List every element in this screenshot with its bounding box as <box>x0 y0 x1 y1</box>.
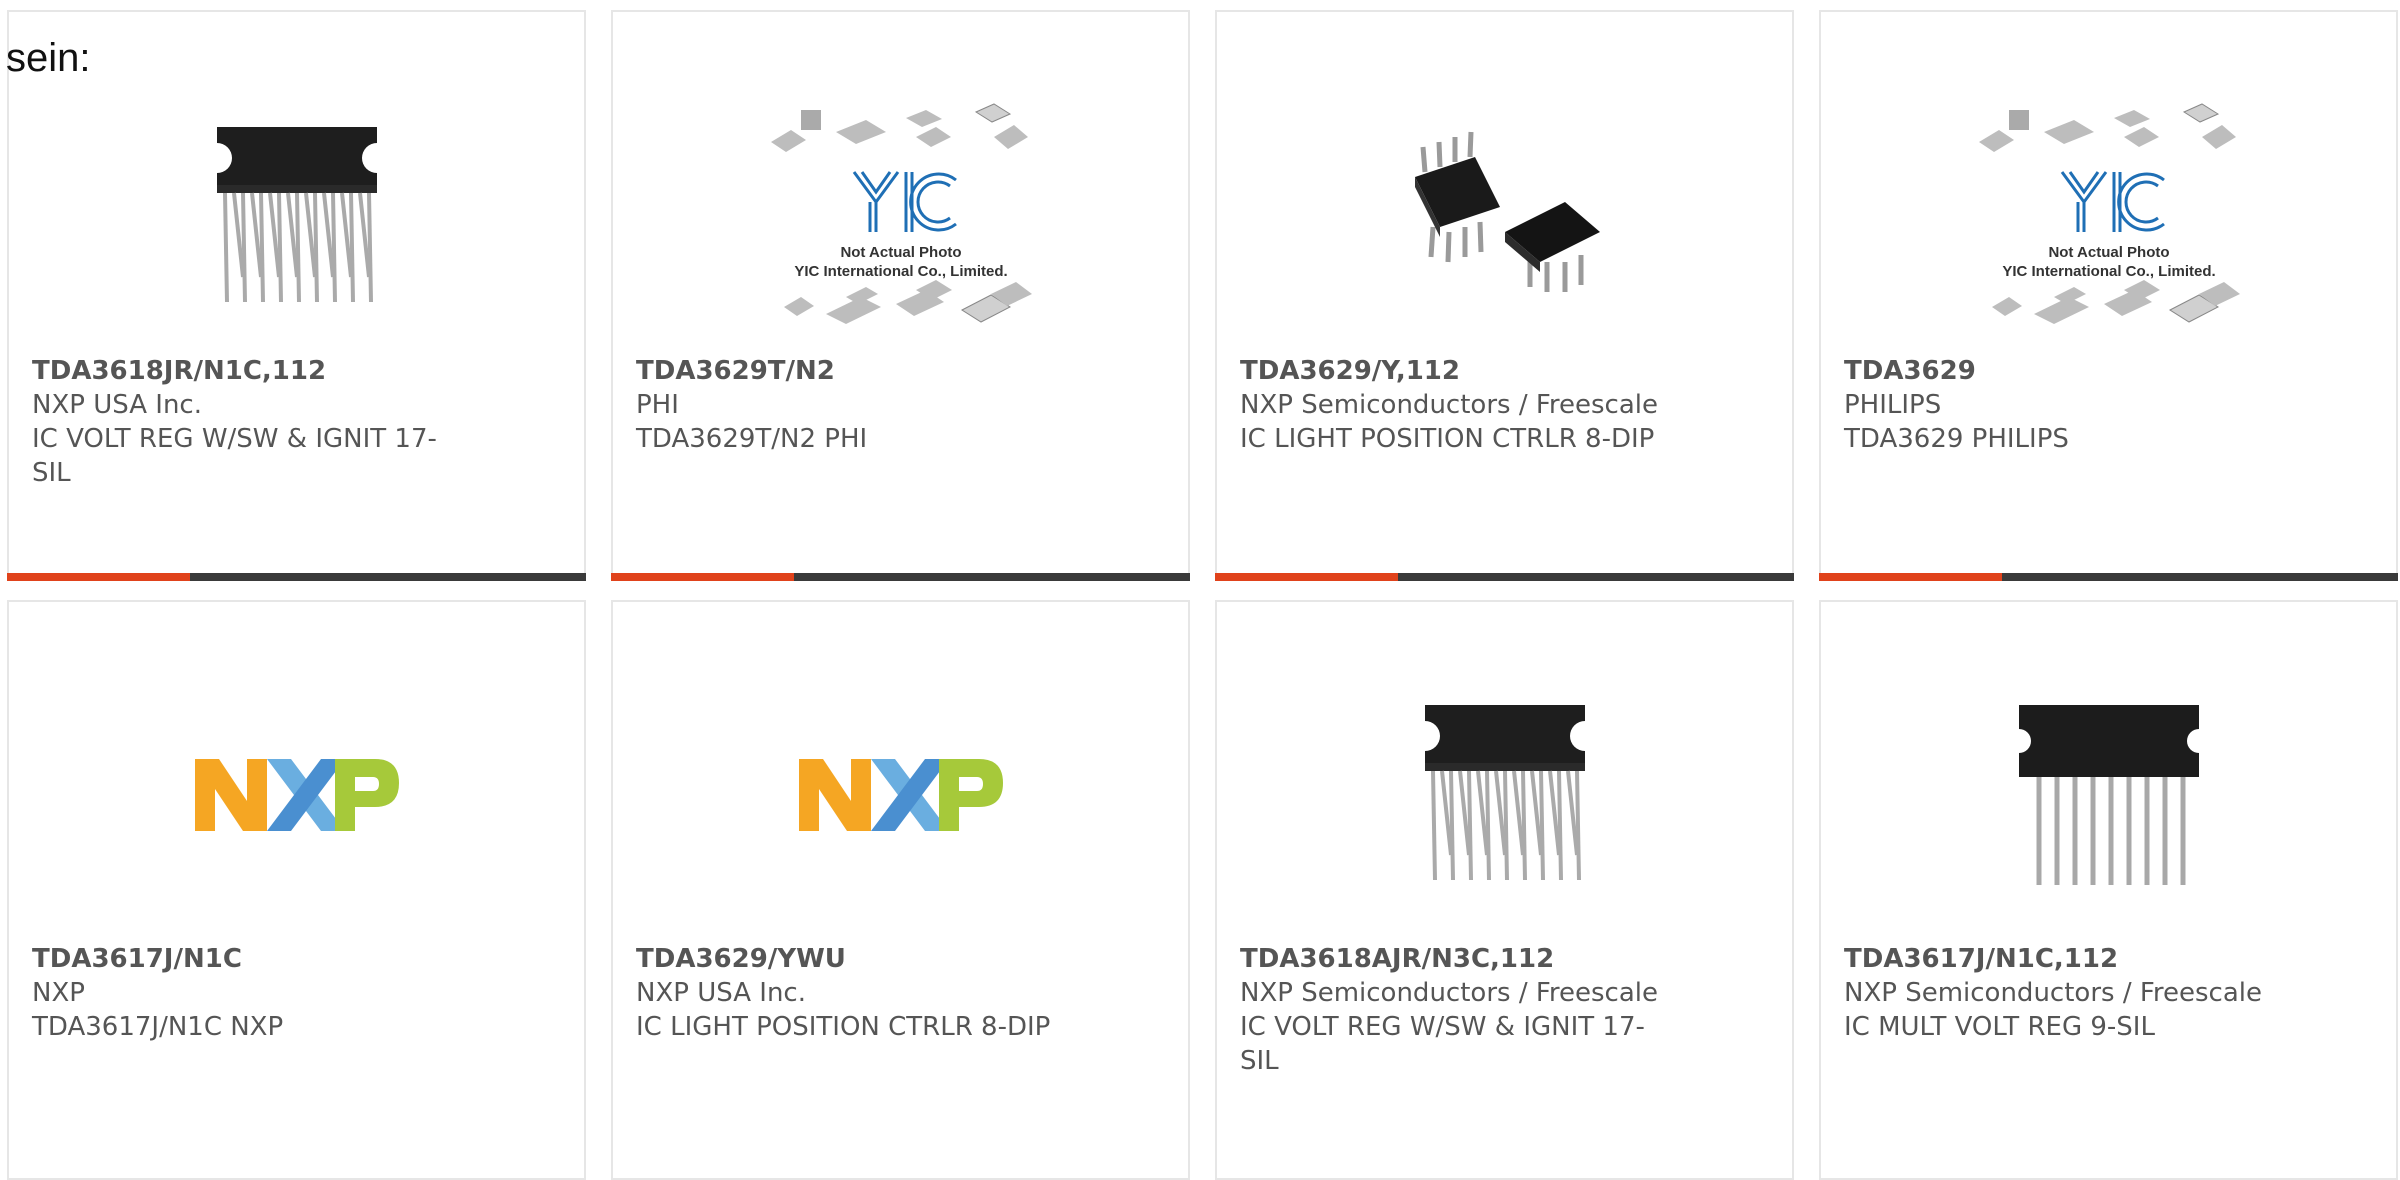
card-bar <box>7 573 586 581</box>
description: IC LIGHT POSITION CTRLR 8-DIP <box>636 1012 1051 1042</box>
product-card[interactable]: TDA3629/Y,112 NXP Semiconductors / Frees… <box>1215 10 1794 581</box>
card-bar <box>1819 573 2398 581</box>
yic-placeholder-icon: Not Actual Photo YIC International Co., … <box>770 102 1032 324</box>
part-number[interactable]: TDA3617J/N1C <box>32 942 452 976</box>
part-number[interactable]: TDA3629/YWU <box>636 942 1056 976</box>
intro-text: sein: <box>6 36 91 80</box>
product-info: TDA3618AJR/N3C,112 NXP Semiconductors / … <box>1240 942 1660 1078</box>
chip-8dip-icon <box>1414 131 1600 292</box>
part-number[interactable]: TDA3629/Y,112 <box>1240 354 1660 388</box>
nxp-logo-icon <box>194 758 399 831</box>
manufacturer: NXP <box>32 978 85 1008</box>
manufacturer: NXP USA Inc. <box>32 390 202 420</box>
product-card[interactable]: TDA3618AJR/N3C,112 NXP Semiconductors / … <box>1215 600 1794 1180</box>
product-image[interactable] <box>9 74 584 359</box>
placeholder-line1: Not Actual Photo <box>840 244 961 261</box>
manufacturer: NXP Semiconductors / Freescale <box>1240 978 1659 1008</box>
description: IC VOLT REG W/SW & IGNIT 17-SIL <box>1240 1012 1645 1076</box>
product-info: TDA3618JR/N1C,112 NXP USA Inc. IC VOLT R… <box>32 354 452 490</box>
card-bar <box>611 573 1190 581</box>
product-info: TDA3629T/N2 PHI TDA3629T/N2 PHI <box>636 354 1056 456</box>
product-image[interactable] <box>1217 652 1792 937</box>
product-card[interactable]: TDA3629/YWU NXP USA Inc. IC LIGHT POSITI… <box>611 600 1190 1180</box>
product-image[interactable] <box>1217 74 1792 359</box>
product-card[interactable]: TDA3617J/N1C,112 NXP Semiconductors / Fr… <box>1819 600 2398 1180</box>
description: TDA3617J/N1C NXP <box>32 1012 284 1042</box>
description: TDA3629T/N2 PHI <box>636 424 868 454</box>
product-card[interactable]: Not Actual Photo YIC International Co., … <box>1819 10 2398 581</box>
product-info: TDA3629 PHILIPS TDA3629 PHILIPS <box>1844 354 2264 456</box>
product-image[interactable] <box>9 652 584 937</box>
part-number[interactable]: TDA3618JR/N1C,112 <box>32 354 452 388</box>
product-image[interactable]: Not Actual Photo YIC International Co., … <box>1821 74 2396 359</box>
manufacturer: PHI <box>636 390 679 420</box>
product-image[interactable] <box>613 652 1188 937</box>
chip-17sil-icon <box>201 126 392 302</box>
description: TDA3629 PHILIPS <box>1844 424 2069 454</box>
product-card[interactable]: Not Actual Photo YIC International Co., … <box>611 10 1190 581</box>
yic-placeholder-icon: Not Actual Photo YIC International Co., … <box>1978 102 2240 324</box>
part-number[interactable]: TDA3629T/N2 <box>636 354 1056 388</box>
product-info: TDA3629/Y,112 NXP Semiconductors / Frees… <box>1240 354 1660 456</box>
part-number[interactable]: TDA3618AJR/N3C,112 <box>1240 942 1660 976</box>
placeholder-line1: Not Actual Photo <box>2048 244 2169 261</box>
product-image[interactable]: Not Actual Photo YIC International Co., … <box>613 74 1188 359</box>
placeholder-line2: YIC International Co., Limited. <box>2002 263 2215 280</box>
manufacturer: NXP Semiconductors / Freescale <box>1844 978 2263 1008</box>
product-info: TDA3629/YWU NXP USA Inc. IC LIGHT POSITI… <box>636 942 1056 1044</box>
description: IC VOLT REG W/SW & IGNIT 17-SIL <box>32 424 437 488</box>
card-bar <box>1215 573 1794 581</box>
product-image[interactable] <box>1821 652 2396 937</box>
placeholder-line2: YIC International Co., Limited. <box>794 263 1007 280</box>
nxp-logo-icon <box>798 758 1003 831</box>
manufacturer: NXP USA Inc. <box>636 978 806 1008</box>
product-info: TDA3617J/N1C,112 NXP Semiconductors / Fr… <box>1844 942 2264 1044</box>
description: IC LIGHT POSITION CTRLR 8-DIP <box>1240 424 1655 454</box>
manufacturer: NXP Semiconductors / Freescale <box>1240 390 1659 420</box>
product-info: TDA3617J/N1C NXP TDA3617J/N1C NXP <box>32 942 452 1044</box>
part-number[interactable]: TDA3629 <box>1844 354 2264 388</box>
description: IC MULT VOLT REG 9-SIL <box>1844 1012 2155 1042</box>
manufacturer: PHILIPS <box>1844 390 1942 420</box>
part-number[interactable]: TDA3617J/N1C,112 <box>1844 942 2264 976</box>
chip-9sil-icon <box>2008 704 2209 885</box>
chip-17sil-icon <box>1409 704 1600 880</box>
product-card[interactable]: TDA3618JR/N1C,112 NXP USA Inc. IC VOLT R… <box>7 10 586 581</box>
product-card[interactable]: TDA3617J/N1C NXP TDA3617J/N1C NXP <box>7 600 586 1180</box>
